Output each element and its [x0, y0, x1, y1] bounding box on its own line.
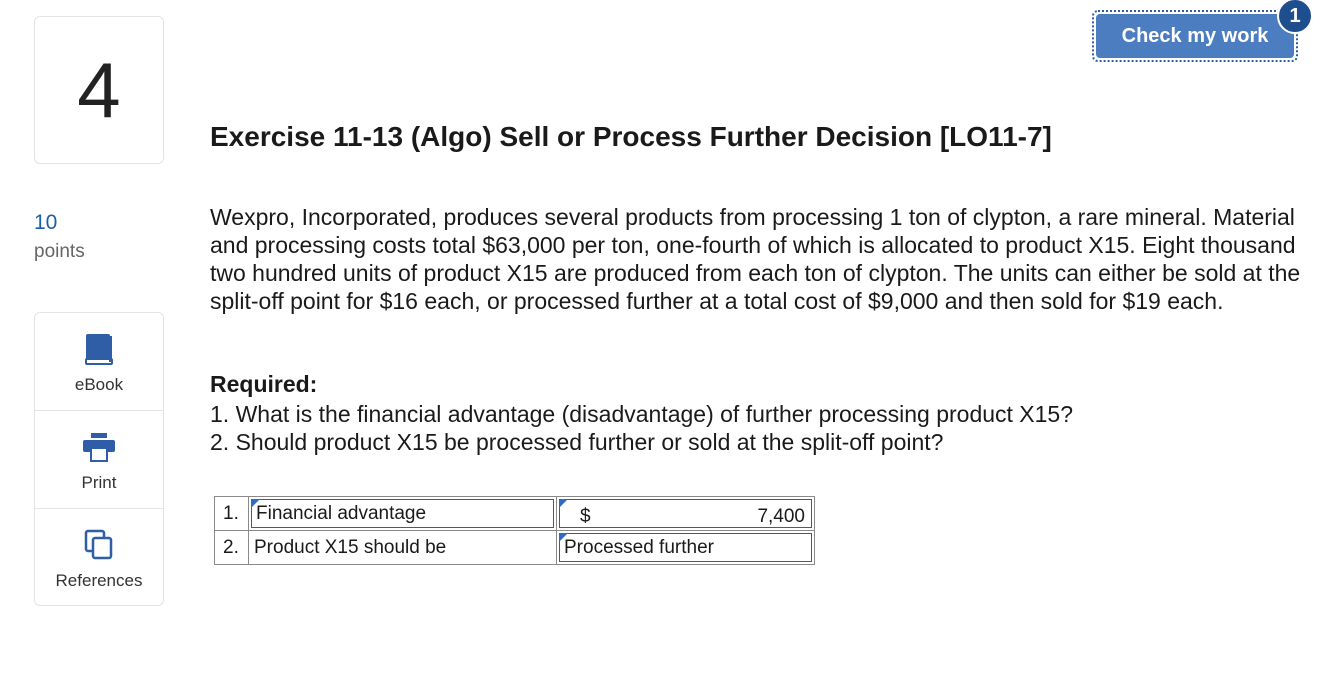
ebook-button[interactable]: eBook [35, 313, 163, 409]
references-button[interactable]: References [35, 508, 163, 605]
currency-symbol: $ [580, 506, 591, 527]
printer-icon [82, 431, 116, 463]
points-label: points [34, 241, 85, 262]
row-number: 1. [214, 496, 249, 531]
dropdown-flag-icon [559, 533, 568, 542]
print-button[interactable]: Print [35, 410, 163, 507]
exercise-title: Exercise 11-13 (Algo) Sell or Process Fu… [210, 121, 1052, 152]
check-my-work-label: Check my work [1096, 14, 1294, 58]
row-label: Product X15 should be [248, 530, 557, 565]
problem-statement: Wexpro, Incorporated, produces several p… [210, 204, 1301, 314]
check-my-work-button[interactable]: Check my work [1092, 10, 1298, 62]
financial-advantage-value: Financial advantage [256, 502, 427, 524]
side-tools-panel: eBook Print References [34, 312, 164, 606]
answer-row-2: 2. Product X15 should be Processed furth… [214, 530, 815, 565]
amount-input[interactable]: $ 7,400 [559, 499, 812, 528]
question-number-card: 4 [34, 16, 164, 164]
required-item-2: 2. Should product X15 be processed furth… [210, 429, 944, 455]
check-attempts-badge: 1 [1277, 0, 1313, 34]
ebook-label: eBook [74, 375, 124, 394]
decision-select[interactable]: Processed further [559, 533, 812, 562]
answer-table: 1. Financial advantage $ 7,400 2. Produc… [214, 496, 815, 565]
required-heading: Required: [210, 371, 318, 397]
dropdown-flag-icon [251, 499, 260, 508]
answer-row-1: 1. Financial advantage $ 7,400 [214, 496, 815, 531]
amount-value: 7,400 [757, 506, 805, 527]
amount-input-cell[interactable]: $ 7,400 [556, 496, 815, 531]
points-value: 10 [34, 211, 58, 234]
decision-value: Processed further [564, 536, 714, 558]
required-item-1: 1. What is the financial advantage (disa… [210, 401, 1074, 427]
row-number: 2. [214, 530, 249, 565]
print-label: Print [81, 473, 117, 492]
question-number: 4 [77, 45, 121, 134]
references-label: References [55, 571, 143, 590]
copy-pages-icon [84, 529, 114, 561]
financial-advantage-field[interactable]: Financial advantage [251, 499, 554, 528]
financial-advantage-select[interactable]: Financial advantage [248, 496, 557, 531]
decision-select-cell[interactable]: Processed further [556, 530, 815, 565]
input-flag-icon [559, 499, 568, 508]
book-icon [84, 333, 114, 365]
